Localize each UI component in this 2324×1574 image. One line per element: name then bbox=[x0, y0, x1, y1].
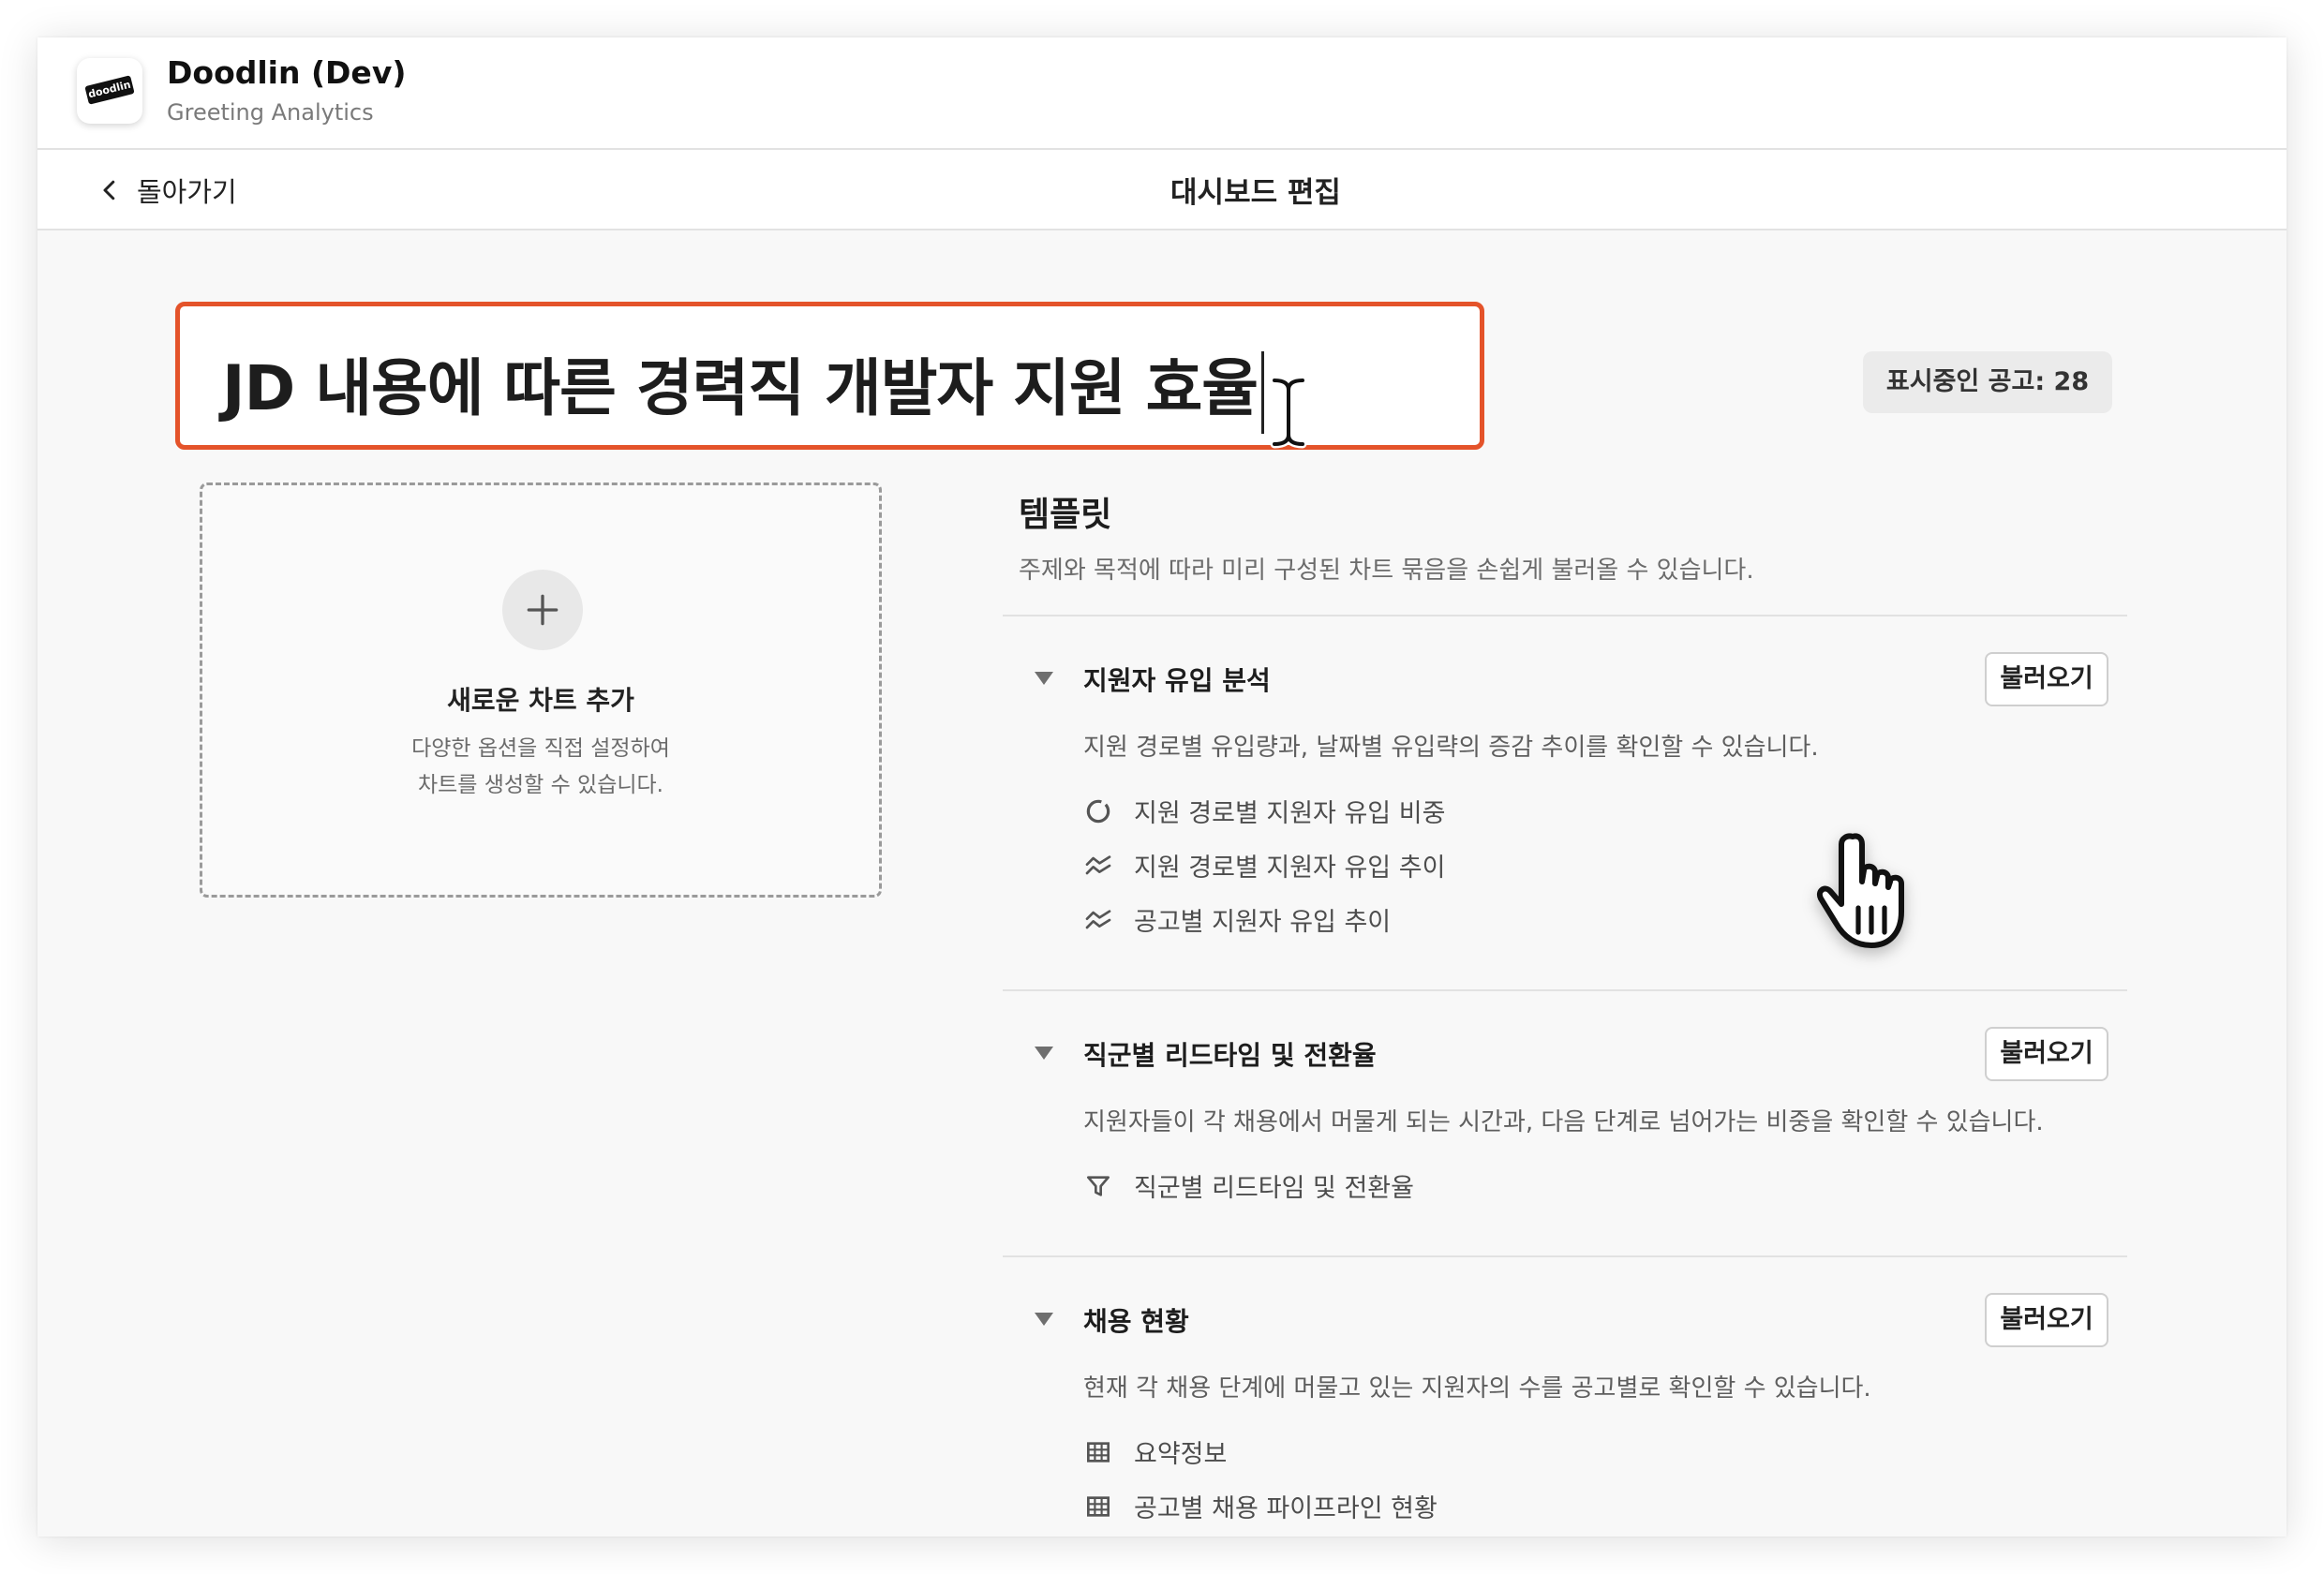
text-caret bbox=[1261, 350, 1265, 434]
add-chart-card[interactable]: 새로운 차트 추가 다양한 옵션을 직접 설정하여 차트를 생성할 수 있습니다… bbox=[200, 483, 882, 898]
section-description: 현재 각 채용 단계에 머물고 있는 지원자의 수를 공고별로 확인할 수 있습… bbox=[1083, 1374, 1871, 1403]
template-chart-item: 직군별 리드타임 및 전환율 bbox=[1083, 1167, 1414, 1204]
table-icon bbox=[1087, 1441, 1110, 1463]
template-chart-label: 지원 경로별 지원자 유입 비중 bbox=[1134, 799, 1446, 828]
add-chart-title: 새로운 차트 추가 bbox=[447, 685, 634, 716]
back-label: 돌아가기 bbox=[137, 176, 237, 208]
template-chart-item: 요약정보 bbox=[1083, 1433, 1227, 1470]
load-template-button[interactable]: 불러오기 bbox=[1985, 1027, 2108, 1081]
template-chart-item: 공고별 지원자 유입 추이 bbox=[1083, 901, 1391, 938]
divider bbox=[1003, 615, 2127, 616]
app-name: Doodlin (Dev) bbox=[167, 54, 407, 91]
collapse-triangle-icon[interactable] bbox=[1035, 1047, 1053, 1060]
template-chart-item: 공고별 채용 파이프라인 현황 bbox=[1083, 1488, 1438, 1524]
table-icon bbox=[1087, 1495, 1110, 1517]
templates-heading: 템플릿 bbox=[1019, 496, 1112, 534]
hand-pointer-cursor-icon bbox=[1817, 833, 1904, 948]
template-chart-item: 지원 경로별 지원자 유입 추이 bbox=[1083, 847, 1445, 884]
add-chart-desc-line2: 차트를 생성할 수 있습니다. bbox=[417, 773, 663, 797]
template-chart-label: 직군별 리드타임 및 전환율 bbox=[1134, 1174, 1414, 1203]
template-chart-label: 지원 경로별 지원자 유입 추이 bbox=[1134, 854, 1446, 883]
nav-bar: 돌아가기 대시보드 편집 bbox=[37, 150, 2287, 230]
section-description: 지원 경로별 유입량과, 날짜별 유입략의 증감 추이를 확인할 수 있습니다. bbox=[1083, 734, 1819, 762]
funnel-icon bbox=[1087, 1175, 1110, 1196]
app-header: doodlin Doodlin (Dev) Greeting Analytics bbox=[37, 37, 2287, 150]
line-chart-icon bbox=[1085, 854, 1111, 874]
ibeam-cursor-icon bbox=[1270, 376, 1307, 449]
plus-icon bbox=[527, 594, 559, 626]
load-template-button[interactable]: 불러오기 bbox=[1985, 652, 2108, 706]
divider bbox=[1003, 989, 2127, 991]
load-template-button[interactable]: 불러오기 bbox=[1985, 1293, 2108, 1347]
line-chart-icon bbox=[1085, 909, 1111, 928]
app-logo: doodlin bbox=[77, 58, 142, 124]
section-title: 채용 현황 bbox=[1083, 1306, 1189, 1337]
donut-chart-icon bbox=[1086, 799, 1110, 823]
divider bbox=[1003, 1255, 2127, 1257]
posting-count-text: 표시중인 공고: 28 bbox=[1885, 367, 2090, 396]
posting-count-badge: 표시중인 공고: 28 bbox=[1863, 351, 2112, 413]
template-chart-label: 요약정보 bbox=[1134, 1440, 1228, 1469]
dashboard-title-text: JD 내용에 따른 경력직 개발자 지원 효율 bbox=[222, 352, 1259, 424]
template-chart-label: 공고별 지원자 유입 추이 bbox=[1134, 908, 1392, 937]
template-chart-item: 지원 경로별 지원자 유입 비중 bbox=[1083, 793, 1445, 829]
section-title: 직군별 리드타임 및 전환율 bbox=[1083, 1040, 1377, 1071]
add-chart-button[interactable] bbox=[502, 570, 583, 650]
templates-description: 주제와 목적에 따라 미리 구성된 차트 묶음을 손쉽게 불러올 수 있습니다. bbox=[1019, 557, 1754, 585]
template-chart-label: 공고별 채용 파이프라인 현황 bbox=[1134, 1494, 1438, 1523]
logo-mark: doodlin bbox=[84, 75, 135, 105]
chevron-left-icon bbox=[103, 180, 115, 200]
collapse-triangle-icon[interactable] bbox=[1035, 672, 1053, 685]
dashboard-title-input[interactable]: JD 내용에 따른 경력직 개발자 지원 효율 bbox=[222, 338, 1265, 434]
add-chart-description: 다양한 옵션을 직접 설정하여 차트를 생성할 수 있습니다. bbox=[202, 731, 879, 804]
section-description: 지원자들이 각 채용에서 머물게 되는 시간과, 다음 단계로 넘어가는 비중을… bbox=[1083, 1108, 2044, 1136]
app-subtitle: Greeting Analytics bbox=[167, 99, 374, 126]
back-button[interactable]: 돌아가기 bbox=[96, 171, 237, 210]
page-title: 대시보드 편집 bbox=[1170, 176, 1341, 210]
add-chart-desc-line1: 다양한 옵션을 직접 설정하여 bbox=[411, 736, 670, 761]
collapse-triangle-icon[interactable] bbox=[1035, 1313, 1053, 1326]
section-title: 지원자 유입 분석 bbox=[1083, 665, 1271, 696]
app-window: doodlin Doodlin (Dev) Greeting Analytics… bbox=[37, 37, 2287, 1537]
